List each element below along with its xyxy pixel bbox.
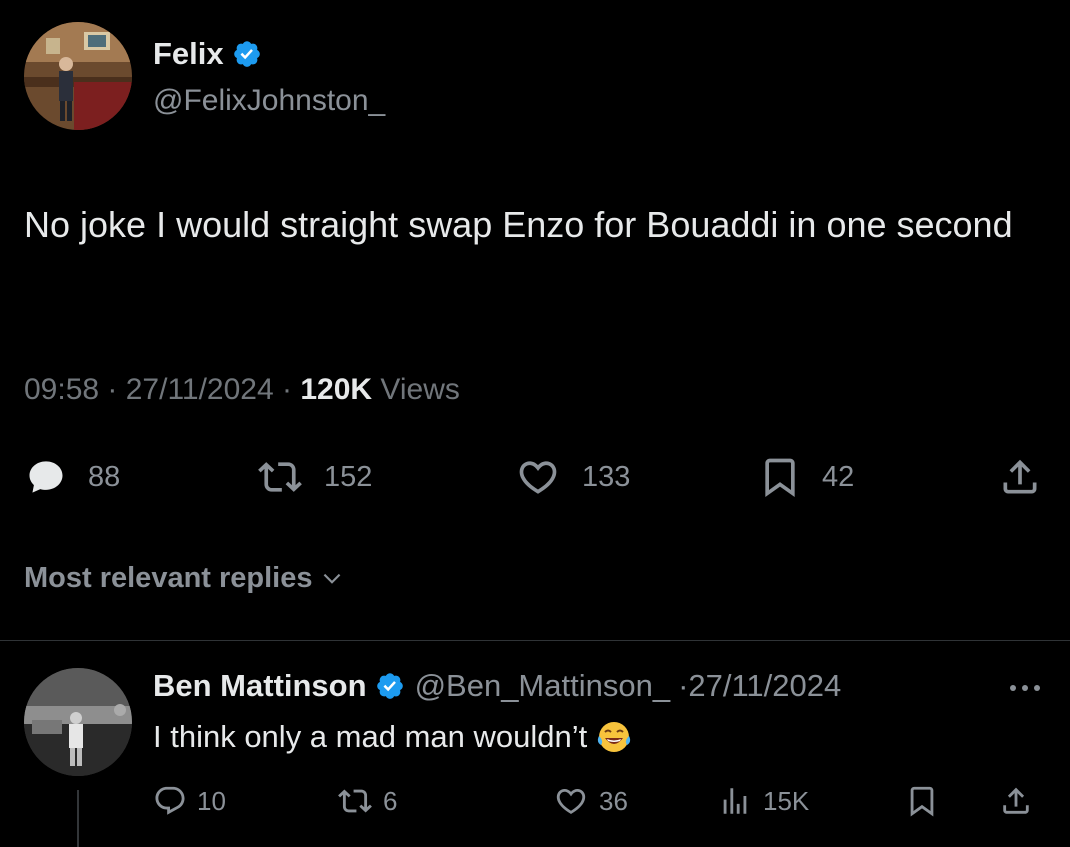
reply-actions: 10 6 36 15K: [153, 784, 1053, 824]
tears-of-joy-emoji-icon: [598, 722, 631, 752]
repost-button[interactable]: 152: [256, 455, 372, 499]
reply-text-row: I think only a mad man wouldn’t: [153, 718, 633, 756]
like-icon: [556, 788, 586, 814]
reply-reply-count: 10: [197, 785, 226, 816]
thread-line: [77, 790, 79, 847]
reply-like-count: 36: [599, 785, 628, 816]
bookmark-icon: [765, 458, 795, 498]
reply-repost-count: 6: [383, 785, 398, 816]
reply-button[interactable]: 88: [24, 455, 120, 499]
divider: [0, 640, 1070, 641]
meta-separator: ·: [99, 373, 126, 406]
author-name-row[interactable]: Felix: [153, 36, 262, 72]
like-icon: [519, 461, 557, 494]
share-icon: [1003, 787, 1029, 814]
views-label: Views: [380, 373, 460, 406]
reply-like-button[interactable]: 36: [553, 784, 628, 818]
reply-date[interactable]: ·27/11/2024: [678, 668, 841, 704]
replies-sort-label: Most relevant replies: [24, 562, 313, 594]
replies-sort-dropdown[interactable]: Most relevant replies: [24, 562, 345, 595]
tweet-actions: 88 152 133 42: [24, 455, 1054, 505]
author-handle[interactable]: @FelixJohnston_: [153, 84, 385, 118]
reply-views-count: 15K: [763, 785, 810, 816]
reply-text: I think only a mad man wouldn’t: [153, 719, 588, 754]
like-button[interactable]: 133: [514, 455, 630, 499]
author-name[interactable]: Felix: [153, 36, 224, 72]
chevron-down-icon: [323, 573, 340, 584]
avatar[interactable]: [24, 22, 132, 130]
main-tweet: Felix @FelixJohnston_ No joke I would st…: [0, 0, 1070, 640]
verified-badge-icon: [233, 41, 260, 67]
reply-count: 88: [88, 460, 121, 493]
views-count: 120K: [300, 373, 373, 406]
share-icon: [1003, 459, 1037, 494]
tweet-time[interactable]: 09:58: [24, 373, 99, 406]
more-icon[interactable]: [1003, 673, 1047, 703]
reply-repost-button[interactable]: 6: [337, 784, 397, 818]
reply-author-handle[interactable]: @Ben_Mattinson_: [415, 668, 671, 704]
reply-icon: [29, 461, 63, 493]
bookmark-count: 42: [822, 460, 855, 493]
repost-icon: [338, 789, 372, 813]
reply-share-button[interactable]: [999, 784, 1033, 818]
reply-author-name[interactable]: Ben Mattinson: [153, 668, 367, 704]
verified-badge-icon: [376, 673, 403, 699]
tweet-meta: 09:58 · 27/11/2024 · 120K Views: [24, 373, 460, 407]
reply-header: Ben Mattinson @Ben_Mattinson_ ·27/11/202…: [153, 668, 841, 704]
like-count: 133: [582, 460, 631, 493]
tweet-text: No joke I would straight swap Enzo for B…: [24, 204, 1013, 245]
reply-views-button[interactable]: 15K: [717, 784, 809, 818]
share-button[interactable]: [998, 455, 1042, 499]
bookmark-icon: [910, 786, 934, 817]
bookmark-button[interactable]: 42: [758, 455, 854, 499]
reply-avatar[interactable]: [24, 668, 132, 776]
repost-icon: [258, 462, 302, 492]
reply-icon: [155, 786, 185, 815]
views-icon: [723, 788, 747, 814]
reply-reply-button[interactable]: 10: [153, 784, 226, 818]
repost-count: 152: [324, 460, 373, 493]
meta-separator: ·: [273, 373, 301, 406]
tweet-date[interactable]: 27/11/2024: [126, 373, 274, 406]
reply-bookmark-button[interactable]: [905, 784, 939, 818]
